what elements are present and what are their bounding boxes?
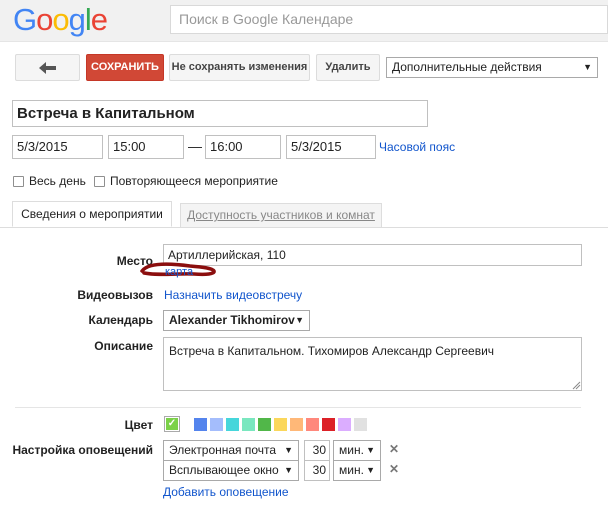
time-range-dash: — bbox=[188, 138, 202, 154]
more-actions-select[interactable]: Дополнительные действия ▼ bbox=[386, 57, 598, 78]
color-swatch[interactable] bbox=[258, 418, 271, 431]
notification-method-select[interactable]: Всплывающее окно ▼ bbox=[163, 460, 299, 481]
end-date-input[interactable]: 5/3/2015 bbox=[286, 135, 376, 159]
timezone-link[interactable]: Часовой пояс bbox=[379, 140, 455, 154]
notification-method-select[interactable]: Электронная почта ▼ bbox=[163, 440, 299, 461]
notification-time-input[interactable]: 30 bbox=[304, 440, 330, 461]
notification-unit-select[interactable]: мин. ▼ bbox=[333, 440, 381, 461]
notification-time-input[interactable]: 30 bbox=[304, 460, 330, 481]
recurring-checkbox[interactable] bbox=[94, 176, 105, 187]
checkmark-icon: ✓ bbox=[166, 418, 178, 430]
event-title-input[interactable]: Встреча в Капитальном bbox=[12, 100, 428, 127]
end-time-input[interactable]: 16:00 bbox=[205, 135, 281, 159]
color-swatch[interactable] bbox=[354, 418, 367, 431]
search-input[interactable]: Поиск в Google Календаре bbox=[170, 5, 608, 34]
color-swatch[interactable] bbox=[338, 418, 351, 431]
video-call-link[interactable]: Назначить видеовстречу bbox=[164, 288, 302, 302]
notification-unit-select[interactable]: мин. ▼ bbox=[333, 460, 381, 481]
color-swatch[interactable] bbox=[194, 418, 207, 431]
calendar-value: Alexander Tikhomirov bbox=[169, 313, 295, 327]
notification-unit-value: мин. bbox=[339, 463, 364, 477]
remove-notification-icon[interactable]: ✕ bbox=[389, 462, 399, 476]
all-day-label: Весь день bbox=[29, 174, 86, 188]
back-button[interactable] bbox=[15, 54, 80, 81]
tab-event-details[interactable]: Сведения о мероприятии bbox=[12, 201, 172, 227]
description-label: Описание bbox=[94, 339, 153, 353]
recurring-label: Повторяющееся мероприятие bbox=[110, 174, 278, 188]
color-swatch[interactable] bbox=[242, 418, 255, 431]
all-day-checkbox[interactable] bbox=[13, 176, 24, 187]
color-swatch[interactable] bbox=[290, 418, 303, 431]
tab-availability[interactable]: Доступность участников и комнат bbox=[180, 203, 382, 227]
map-link[interactable]: карта bbox=[165, 266, 193, 278]
resize-handle-icon[interactable] bbox=[571, 380, 581, 390]
delete-button[interactable]: Удалить bbox=[316, 54, 380, 81]
chevron-down-icon: ▼ bbox=[366, 445, 375, 455]
calendar-select[interactable]: Alexander Tikhomirov ▼ bbox=[163, 310, 310, 331]
color-swatch[interactable] bbox=[226, 418, 239, 431]
calendar-label: Календарь bbox=[88, 313, 153, 327]
notification-unit-value: мин. bbox=[339, 443, 364, 457]
tab-bar-line bbox=[0, 227, 608, 228]
google-logo[interactable]: Google bbox=[13, 4, 108, 36]
chevron-down-icon: ▼ bbox=[366, 465, 375, 475]
discard-button[interactable]: Не сохранять изменения bbox=[169, 54, 310, 81]
where-input[interactable]: Артиллерийская, 110 bbox=[163, 244, 582, 266]
color-swatch[interactable]: ✓ bbox=[164, 416, 180, 432]
color-label: Цвет bbox=[124, 418, 153, 432]
back-arrow-icon bbox=[38, 62, 56, 74]
color-swatch[interactable] bbox=[322, 418, 335, 431]
chevron-down-icon: ▼ bbox=[583, 62, 592, 72]
color-swatch[interactable] bbox=[210, 418, 223, 431]
notifications-label: Настройка оповещений bbox=[12, 443, 153, 457]
color-swatch[interactable] bbox=[274, 418, 287, 431]
start-date-input[interactable]: 5/3/2015 bbox=[12, 135, 103, 159]
description-textarea[interactable]: Встреча в Капитальном. Тихомиров Алексан… bbox=[163, 337, 582, 391]
add-notification-link[interactable]: Добавить оповещение bbox=[163, 485, 289, 499]
remove-notification-icon[interactable]: ✕ bbox=[389, 442, 399, 456]
chevron-down-icon: ▼ bbox=[284, 465, 293, 475]
more-actions-value: Дополнительные действия bbox=[392, 60, 542, 74]
save-button[interactable]: СОХРАНИТЬ bbox=[86, 54, 164, 81]
chevron-down-icon: ▼ bbox=[295, 315, 304, 325]
section-divider bbox=[15, 407, 581, 408]
chevron-down-icon: ▼ bbox=[284, 445, 293, 455]
color-swatch[interactable] bbox=[306, 418, 319, 431]
start-time-input[interactable]: 15:00 bbox=[108, 135, 184, 159]
notification-method-value: Электронная почта bbox=[169, 443, 277, 457]
video-call-label: Видеовызов bbox=[77, 288, 153, 302]
notification-method-value: Всплывающее окно bbox=[169, 463, 279, 477]
